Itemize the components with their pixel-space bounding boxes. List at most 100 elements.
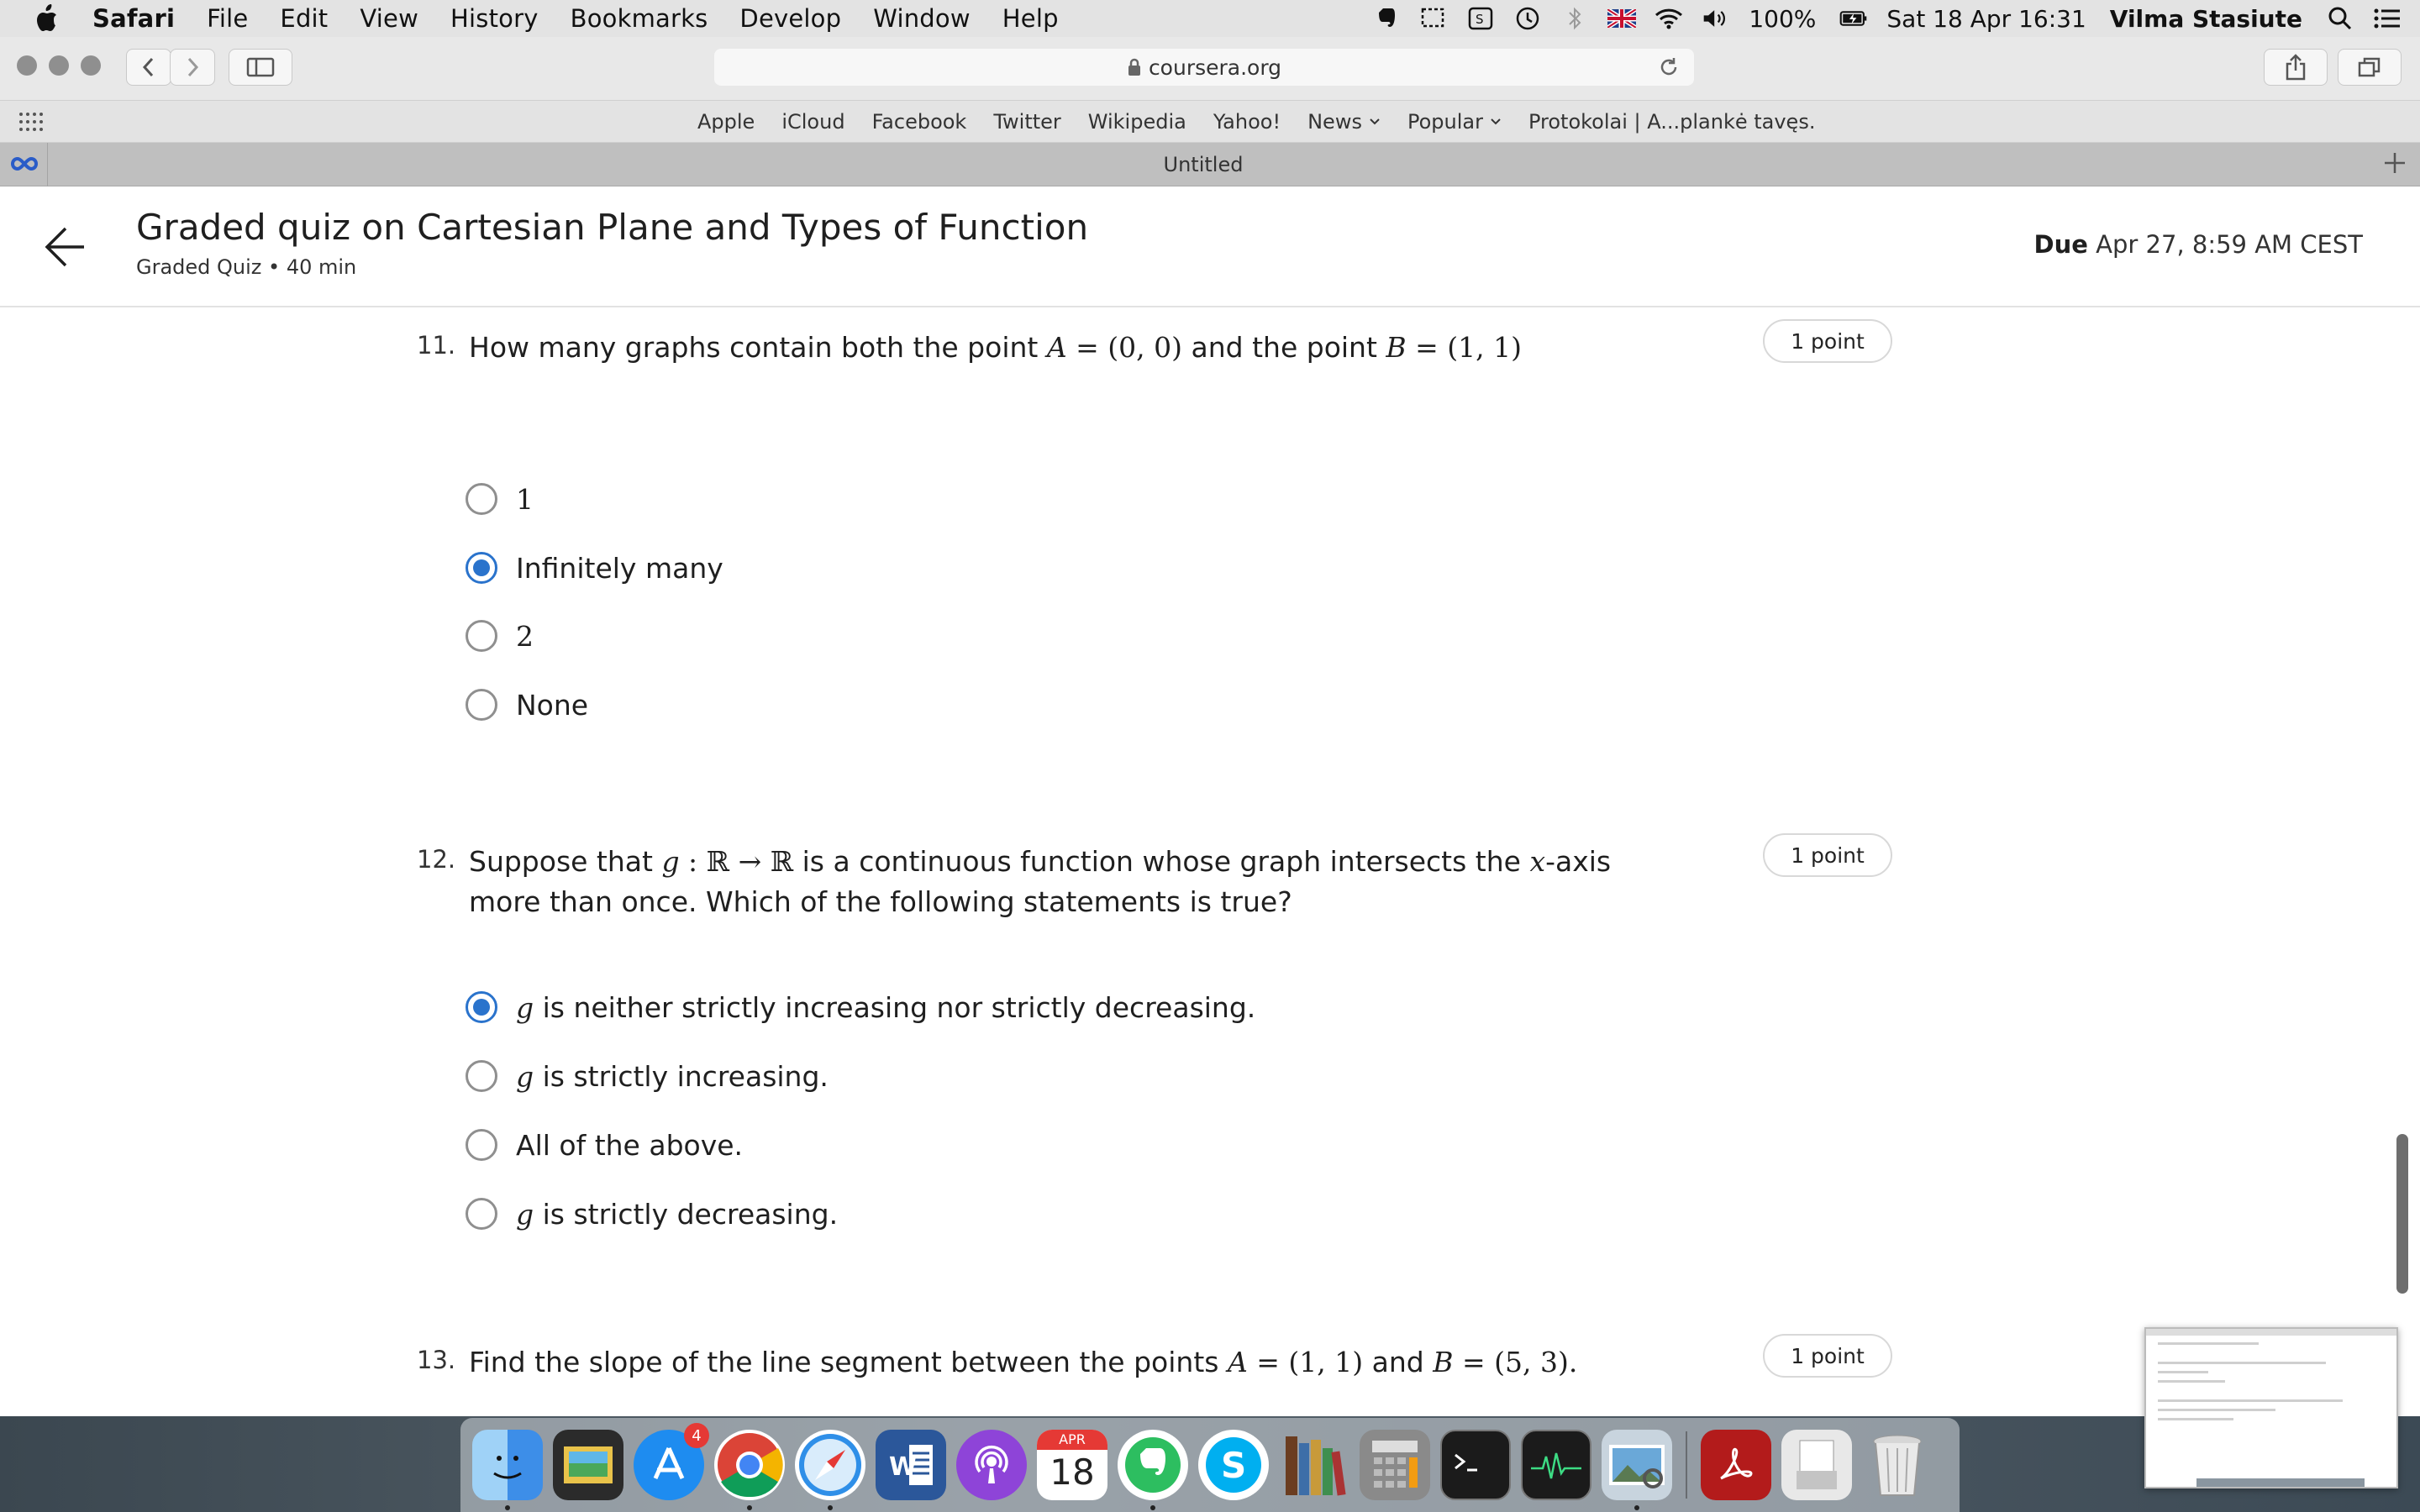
stage-icon[interactable]: S — [1466, 5, 1495, 32]
radio-button[interactable] — [466, 1060, 497, 1092]
active-tab-title[interactable]: Untitled — [0, 153, 2407, 176]
radio-button-selected[interactable] — [466, 991, 497, 1023]
back-nav-button[interactable] — [126, 49, 171, 86]
answer-option[interactable]: 1 — [466, 478, 534, 520]
app-store-icon[interactable]: 4 — [634, 1423, 709, 1500]
favorite-facebook[interactable]: Facebook — [872, 110, 967, 134]
menu-window[interactable]: Window — [873, 4, 971, 33]
menu-history[interactable]: History — [450, 4, 539, 33]
clock[interactable]: Sat 18 Apr 16:31 — [1886, 5, 2086, 33]
acrobat-icon[interactable] — [1701, 1430, 1771, 1500]
calendar-icon[interactable]: APR 18 — [1037, 1430, 1107, 1500]
menu-app-name[interactable]: Safari — [92, 4, 175, 33]
answer-option[interactable]: 2 — [466, 615, 534, 657]
favorite-apple[interactable]: Apple — [697, 110, 755, 134]
reload-icon[interactable] — [1657, 55, 1681, 79]
points-badge: 1 point — [1763, 319, 1892, 363]
activity-monitor-icon[interactable] — [1521, 1430, 1591, 1500]
radio-button[interactable] — [466, 620, 497, 652]
evernote-status-icon[interactable] — [1372, 5, 1401, 32]
page-scrollbar[interactable] — [2396, 1134, 2408, 1294]
safari-icon[interactable] — [795, 1430, 865, 1510]
finder-icon[interactable] — [472, 1430, 543, 1510]
math-variable: A — [1227, 1346, 1248, 1378]
menu-view[interactable]: View — [360, 4, 418, 33]
user-name[interactable]: Vilma Stasiute — [2110, 5, 2302, 33]
math-variable: g — [516, 990, 534, 1024]
forward-nav-button[interactable] — [170, 49, 215, 86]
question-text-part: Suppose that — [469, 845, 662, 878]
spotlight-search-icon[interactable] — [2326, 5, 2354, 32]
word-icon[interactable]: W — [876, 1430, 946, 1500]
screenshot-thumbnail[interactable] — [2144, 1327, 2398, 1488]
bluetooth-icon[interactable] — [1560, 5, 1589, 32]
sidebar-toggle-button[interactable] — [229, 49, 292, 86]
favorite-popular-folder[interactable]: Popular — [1407, 110, 1502, 134]
trash-icon[interactable] — [1862, 1430, 1933, 1500]
menu-file[interactable]: File — [207, 4, 248, 33]
chrome-icon[interactable] — [714, 1430, 785, 1510]
time-machine-icon[interactable] — [1513, 5, 1542, 32]
window-minimize-button[interactable] — [49, 55, 69, 76]
downloads-folder-icon[interactable] — [1781, 1430, 1852, 1500]
favorite-yahoo[interactable]: Yahoo! — [1213, 110, 1281, 134]
share-button[interactable] — [2264, 49, 2328, 86]
answer-option[interactable]: None — [466, 684, 588, 726]
pdf-swirl-icon — [1720, 1447, 1753, 1480]
wifi-icon[interactable] — [1655, 5, 1683, 32]
calendar-month: APR — [1037, 1430, 1107, 1450]
menu-bookmarks[interactable]: Bookmarks — [571, 4, 708, 33]
podcasts-icon[interactable] — [956, 1430, 1027, 1500]
radio-button[interactable] — [466, 483, 497, 515]
new-tab-plus-icon[interactable] — [2381, 150, 2408, 176]
quiz-content: 11. How many graphs contain both the poi… — [0, 307, 2420, 1416]
uk-flag-icon[interactable] — [1607, 5, 1637, 32]
tab-overview-button[interactable] — [2338, 49, 2402, 86]
preview-photos-icon[interactable] — [1602, 1430, 1672, 1510]
address-bar[interactable]: coursera.org — [714, 49, 1694, 86]
answer-option[interactable]: Infinitely many — [466, 547, 723, 589]
due-value: Apr 27, 8:59 AM CEST — [2096, 230, 2363, 259]
menu-develop[interactable]: Develop — [739, 4, 841, 33]
preview-app-icon[interactable] — [553, 1430, 623, 1500]
terminal-icon[interactable] — [1440, 1430, 1511, 1500]
favorite-twitter[interactable]: Twitter — [993, 110, 1060, 134]
question-text-part: and the point — [1182, 331, 1386, 364]
calibre-icon[interactable] — [1279, 1430, 1349, 1500]
favorites-list: Apple iCloud Facebook Twitter Wikipedia … — [697, 101, 1842, 143]
battery-charging-icon[interactable] — [1839, 5, 1868, 32]
skype-icon[interactable]: S — [1198, 1430, 1269, 1500]
favorite-icloud[interactable]: iCloud — [781, 110, 844, 134]
radio-button[interactable] — [466, 1129, 497, 1161]
favorites-grid-icon[interactable] — [18, 111, 44, 133]
svg-text:S: S — [1221, 1445, 1246, 1486]
radio-button[interactable] — [466, 689, 497, 721]
evernote-icon[interactable] — [1118, 1430, 1188, 1510]
apple-menu-icon[interactable] — [34, 3, 62, 34]
window-close-button[interactable] — [17, 55, 37, 76]
answer-option[interactable]: g is strictly increasing. — [466, 1055, 829, 1097]
menu-help[interactable]: Help — [1002, 4, 1059, 33]
thumbnail-dock — [2196, 1478, 2365, 1487]
notification-center-icon[interactable] — [2373, 5, 2402, 32]
notification-badge: 4 — [684, 1423, 709, 1448]
option-text: is strictly decreasing. — [534, 1197, 839, 1231]
option-label: 2 — [516, 619, 534, 653]
calculator-icon[interactable] — [1360, 1430, 1430, 1500]
menu-edit[interactable]: Edit — [280, 4, 328, 33]
favorite-news-folder[interactable]: News — [1307, 110, 1381, 134]
window-zoom-button[interactable] — [81, 55, 101, 76]
back-arrow-icon[interactable] — [40, 222, 91, 272]
favorite-wikipedia[interactable]: Wikipedia — [1088, 110, 1186, 134]
document-stack-icon — [1797, 1440, 1837, 1489]
volume-icon[interactable] — [1702, 5, 1730, 32]
screen-capture-icon[interactable] — [1419, 5, 1448, 32]
radio-button-selected[interactable] — [466, 552, 497, 584]
answer-option[interactable]: All of the above. — [466, 1124, 743, 1166]
answer-option[interactable]: g is neither strictly increasing nor str… — [466, 986, 1255, 1028]
podcast-broadcast-icon — [975, 1446, 1008, 1483]
radio-button[interactable] — [466, 1198, 497, 1230]
evernote-elephant-icon — [1125, 1437, 1181, 1493]
answer-option[interactable]: g is strictly decreasing. — [466, 1193, 838, 1235]
favorite-protokolai[interactable]: Protokolai | A...plankė tavęs. — [1528, 110, 1816, 134]
